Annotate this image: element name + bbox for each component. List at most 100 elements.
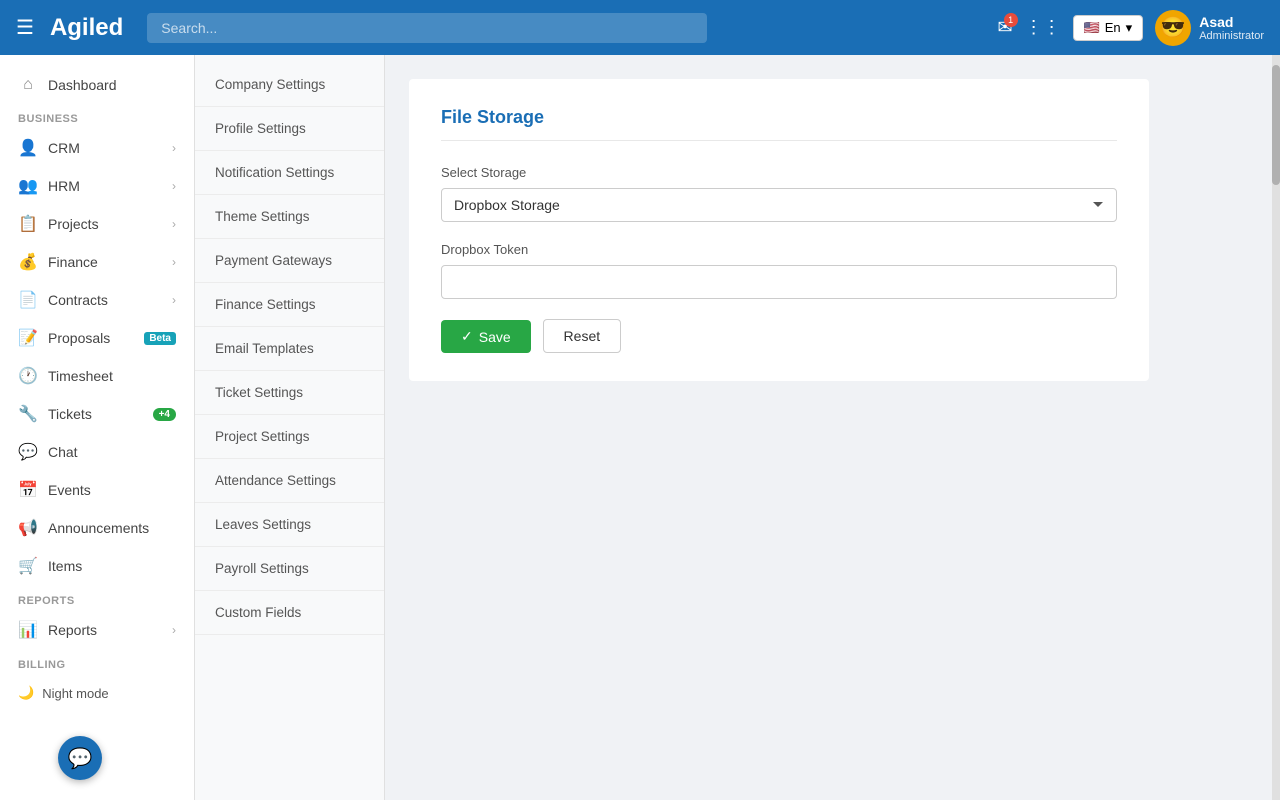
save-button[interactable]: ✓ Save (441, 320, 531, 353)
settings-item-payment[interactable]: Payment Gateways (195, 239, 384, 283)
sidebar-item-items[interactable]: 🛒 Items (0, 547, 194, 585)
finance-settings-label: Finance Settings (215, 297, 316, 312)
proposals-icon: 📝 (18, 328, 38, 348)
sidebar-item-chat[interactable]: 💬 Chat (0, 433, 194, 471)
settings-item-ticket[interactable]: Ticket Settings (195, 371, 384, 415)
dropbox-token-input[interactable] (441, 265, 1117, 299)
ticket-settings-label: Ticket Settings (215, 385, 303, 400)
sidebar-label-crm: CRM (48, 140, 162, 156)
user-role: Administrator (1199, 30, 1264, 42)
arrow-icon: › (172, 293, 176, 307)
moon-icon: 🌙 (18, 685, 34, 701)
arrow-icon: › (172, 217, 176, 231)
section-title-reports: REPORTS (0, 585, 194, 611)
sidebar-item-reports[interactable]: 📊 Reports › (0, 611, 194, 649)
sidebar-label-finance: Finance (48, 254, 162, 270)
menu-icon[interactable]: ☰ (16, 15, 34, 40)
main-layout: ⌂ Dashboard BUSINESS 👤 CRM › 👥 HRM › 📋 P… (0, 55, 1280, 800)
arrow-icon: › (172, 255, 176, 269)
reset-label: Reset (564, 328, 601, 344)
settings-item-company[interactable]: Company Settings (195, 63, 384, 107)
language-selector[interactable]: 🇺🇸 En ▾ (1073, 15, 1144, 41)
user-details: Asad Administrator (1199, 14, 1264, 42)
sidebar-item-announcements[interactable]: 📢 Announcements (0, 509, 194, 547)
home-icon: ⌂ (18, 76, 38, 94)
apps-icon[interactable]: ⋮⋮ (1025, 17, 1061, 38)
project-settings-label: Project Settings (215, 429, 310, 444)
file-storage-card: File Storage Select Storage Dropbox Stor… (409, 79, 1149, 381)
contracts-icon: 📄 (18, 290, 38, 310)
crm-icon: 👤 (18, 138, 38, 158)
form-actions: ✓ Save Reset (441, 319, 1117, 353)
sidebar-label-contracts: Contracts (48, 292, 162, 308)
sidebar-item-events[interactable]: 📅 Events (0, 471, 194, 509)
lang-chevron-icon: ▾ (1126, 20, 1133, 36)
app-logo: Agiled (50, 14, 123, 42)
sidebar-item-finance[interactable]: 💰 Finance › (0, 243, 194, 281)
sidebar-item-contracts[interactable]: 📄 Contracts › (0, 281, 194, 319)
custom-fields-label: Custom Fields (215, 605, 301, 620)
timesheet-icon: 🕐 (18, 366, 38, 386)
sidebar-label-announcements: Announcements (48, 520, 176, 536)
avatar: 😎 (1155, 10, 1191, 46)
beta-badge: Beta (144, 332, 176, 345)
lang-label: En (1105, 20, 1121, 35)
save-label: Save (479, 329, 511, 345)
settings-item-payroll[interactable]: Payroll Settings (195, 547, 384, 591)
header-actions: ✉ 1 ⋮⋮ 🇺🇸 En ▾ 😎 Asad Administrator (997, 10, 1264, 46)
sidebar-label-proposals: Proposals (48, 330, 134, 346)
settings-item-finance[interactable]: Finance Settings (195, 283, 384, 327)
sidebar-label-projects: Projects (48, 216, 162, 232)
settings-item-attendance[interactable]: Attendance Settings (195, 459, 384, 503)
chat-icon: 💬 (18, 442, 38, 462)
company-settings-label: Company Settings (215, 77, 325, 92)
sidebar-item-hrm[interactable]: 👥 HRM › (0, 167, 194, 205)
reset-button[interactable]: Reset (543, 319, 622, 353)
section-title-business: BUSINESS (0, 103, 194, 129)
settings-item-custom-fields[interactable]: Custom Fields (195, 591, 384, 635)
sidebar-item-dashboard[interactable]: ⌂ Dashboard (0, 67, 194, 103)
announcements-icon: 📢 (18, 518, 38, 538)
sidebar-label-reports: Reports (48, 622, 162, 638)
settings-item-project[interactable]: Project Settings (195, 415, 384, 459)
settings-item-email[interactable]: Email Templates (195, 327, 384, 371)
sidebar-label-hrm: HRM (48, 178, 162, 194)
sidebar-label-timesheet: Timesheet (48, 368, 176, 384)
sidebar-label-events: Events (48, 482, 176, 498)
dropbox-token-group: Dropbox Token (441, 242, 1117, 299)
reports-icon: 📊 (18, 620, 38, 640)
scrollbar-thumb (1272, 65, 1280, 185)
hrm-icon: 👥 (18, 176, 38, 196)
sidebar-item-projects[interactable]: 📋 Projects › (0, 205, 194, 243)
night-mode-label: Night mode (42, 686, 108, 701)
arrow-icon: › (172, 179, 176, 193)
notification-icon[interactable]: ✉ 1 (997, 17, 1012, 38)
leaves-settings-label: Leaves Settings (215, 517, 311, 532)
sidebar-label-tickets: Tickets (48, 406, 143, 422)
chat-bubble[interactable]: 💬 (58, 736, 102, 780)
payroll-settings-label: Payroll Settings (215, 561, 309, 576)
settings-item-notification[interactable]: Notification Settings (195, 151, 384, 195)
sidebar-item-timesheet[interactable]: 🕐 Timesheet (0, 357, 194, 395)
select-storage-label: Select Storage (441, 165, 1117, 180)
sidebar-item-proposals[interactable]: 📝 Proposals Beta (0, 319, 194, 357)
sidebar-item-crm[interactable]: 👤 CRM › (0, 129, 194, 167)
search-input[interactable] (147, 13, 707, 43)
storage-select[interactable]: Dropbox Storage Local Storage Amazon S3 (441, 188, 1117, 222)
user-menu[interactable]: 😎 Asad Administrator (1155, 10, 1264, 46)
settings-item-theme[interactable]: Theme Settings (195, 195, 384, 239)
night-mode-toggle[interactable]: 🌙 Night mode (0, 675, 194, 711)
page-title: File Storage (441, 107, 1117, 141)
notification-settings-label: Notification Settings (215, 165, 334, 180)
settings-item-leaves[interactable]: Leaves Settings (195, 503, 384, 547)
content-area: File Storage Select Storage Dropbox Stor… (385, 55, 1272, 800)
select-storage-group: Select Storage Dropbox Storage Local Sto… (441, 165, 1117, 222)
sidebar: ⌂ Dashboard BUSINESS 👤 CRM › 👥 HRM › 📋 P… (0, 55, 195, 800)
settings-sidebar: Company Settings Profile Settings Notifi… (195, 55, 385, 800)
finance-icon: 💰 (18, 252, 38, 272)
sidebar-item-tickets[interactable]: 🔧 Tickets +4 (0, 395, 194, 433)
user-name: Asad (1199, 14, 1264, 30)
scrollbar[interactable] (1272, 55, 1280, 800)
sidebar-label-dashboard: Dashboard (48, 77, 176, 93)
settings-item-profile[interactable]: Profile Settings (195, 107, 384, 151)
